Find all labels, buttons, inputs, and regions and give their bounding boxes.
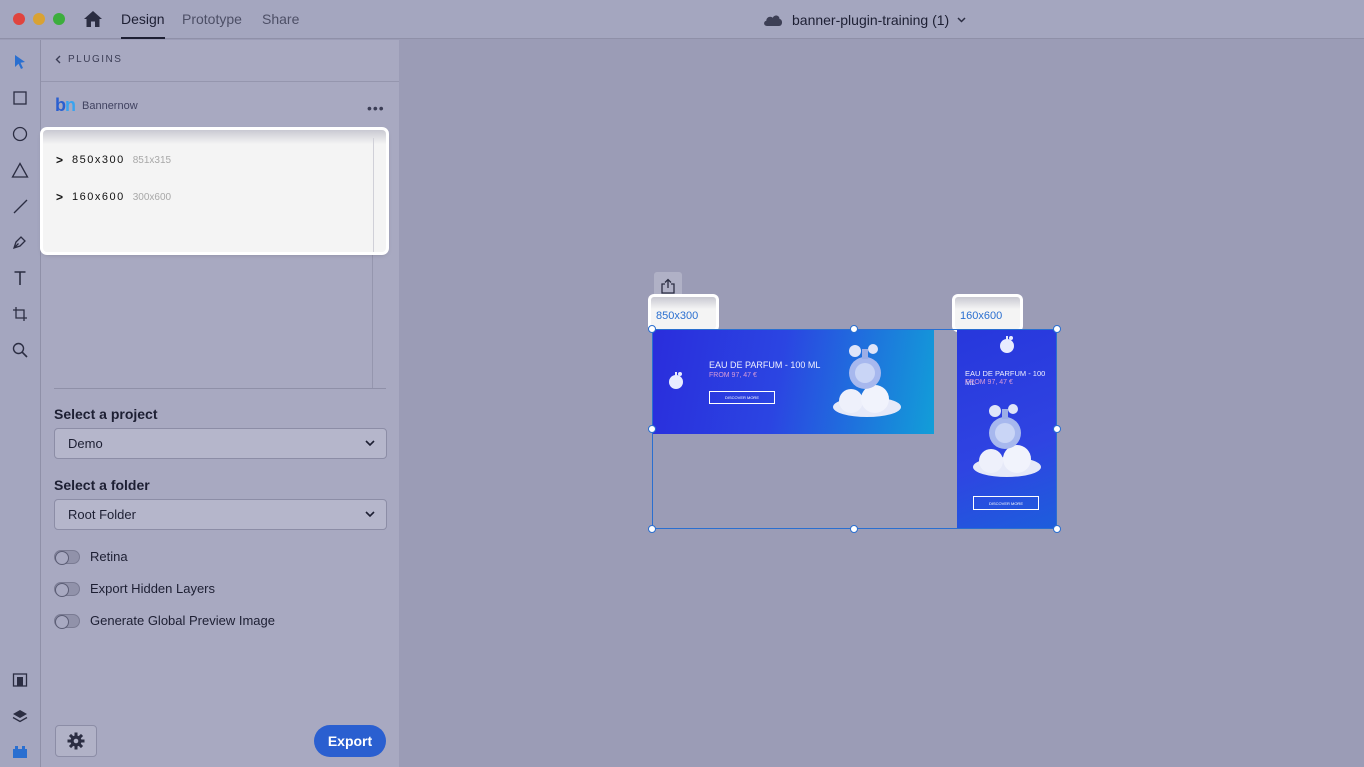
divider (54, 388, 386, 389)
resize-handle-top[interactable] (850, 325, 858, 333)
document-title[interactable]: banner-plugin-training (1) (762, 10, 966, 30)
zoom-tool-icon[interactable] (10, 340, 30, 360)
global-preview-toggle[interactable] (54, 613, 80, 629)
assets-panel-icon[interactable] (10, 670, 30, 690)
artboard-label-850x300[interactable]: 850x300 (651, 297, 716, 329)
more-options-icon[interactable]: ••• (367, 100, 385, 116)
project-select[interactable]: Demo (54, 428, 387, 459)
chevron-right-icon[interactable]: > (56, 153, 64, 167)
plugin-panel: PLUGINS bn Bannernow ••• > 850x300 851x3… (41, 40, 399, 767)
gear-icon (67, 732, 85, 750)
text-tool-icon[interactable] (10, 268, 30, 288)
chevron-down-icon (957, 17, 966, 23)
artboard-label-text: 850x300 (656, 310, 699, 322)
resize-handle-left[interactable] (648, 425, 656, 433)
document-title-text: banner-plugin-training (1) (792, 12, 950, 28)
chevron-down-icon (365, 440, 375, 447)
retina-toggle[interactable] (54, 549, 80, 565)
artboard-tool-icon[interactable] (10, 304, 30, 324)
selection-bounding-box (652, 329, 1057, 529)
artboard-row-160x600[interactable]: > 160x600 300x600 (56, 190, 171, 204)
select-tool-icon[interactable] (10, 52, 30, 72)
share-artboard-button[interactable] (654, 272, 682, 300)
bannernow-logo-icon: bn (55, 95, 76, 115)
folder-label: Select a folder (54, 477, 150, 493)
settings-button[interactable] (55, 725, 97, 757)
export-hidden-layers-label: Export Hidden Layers (90, 581, 216, 596)
export-button[interactable]: Export (314, 725, 386, 757)
resize-handle-bottom[interactable] (850, 525, 858, 533)
artboard-list-scrollbar[interactable] (373, 138, 374, 252)
cloud-icon (764, 15, 783, 26)
artboard-row-850x300[interactable]: > 850x300 851x315 (56, 153, 171, 167)
home-icon[interactable] (83, 10, 103, 28)
window-minimize-button[interactable] (33, 13, 45, 25)
folder-select[interactable]: Root Folder (54, 499, 387, 530)
retina-toggle-row: Retina (54, 549, 128, 565)
line-tool-icon[interactable] (10, 196, 30, 216)
plugins-panel-icon[interactable] (10, 742, 30, 762)
export-hidden-layers-toggle[interactable] (54, 581, 80, 597)
window-close-button[interactable] (13, 13, 25, 25)
share-icon (661, 278, 675, 294)
project-value: Demo (68, 436, 103, 451)
resize-handle-right[interactable] (1053, 425, 1061, 433)
window-maximize-button[interactable] (53, 13, 65, 25)
export-hidden-layers-row: Export Hidden Layers (54, 581, 216, 597)
folder-value: Root Folder (68, 507, 136, 522)
chevron-left-icon (55, 55, 61, 64)
retina-label: Retina (90, 549, 128, 564)
tab-share[interactable]: Share (262, 11, 299, 39)
tab-prototype[interactable]: Prototype (182, 11, 242, 39)
chevron-right-icon[interactable]: > (56, 190, 64, 204)
back-to-plugins-link[interactable]: PLUGINS (55, 54, 122, 65)
ellipse-tool-icon[interactable] (10, 124, 30, 144)
artboard-name: 160x600 (72, 191, 125, 203)
resize-handle-bottom-left[interactable] (648, 525, 656, 533)
chevron-down-icon (365, 511, 375, 518)
artboard-list: > 850x300 851x315 > 160x600 300x600 (43, 130, 386, 252)
polygon-tool-icon[interactable] (10, 160, 30, 180)
pen-tool-icon[interactable] (10, 232, 30, 252)
resize-handle-top-right[interactable] (1053, 325, 1061, 333)
global-preview-label: Generate Global Preview Image (90, 613, 275, 628)
plugin-name: Bannernow (82, 99, 138, 112)
divider (41, 81, 399, 82)
tools-toolbar (0, 40, 41, 767)
back-label: PLUGINS (68, 54, 123, 65)
resize-handle-top-left[interactable] (648, 325, 656, 333)
tab-design[interactable]: Design (121, 11, 165, 39)
artboard-name: 850x300 (72, 154, 125, 166)
layers-panel-icon[interactable] (10, 706, 30, 726)
rectangle-tool-icon[interactable] (10, 88, 30, 108)
artboard-size: 851x315 (132, 154, 172, 166)
artboard-size: 300x600 (132, 191, 172, 203)
title-bar: Design Prototype Share banner-plugin-tra… (0, 0, 1364, 39)
artboard-label-160x600[interactable]: 160x600 (955, 297, 1020, 329)
resize-handle-bottom-right[interactable] (1053, 525, 1061, 533)
plugin-header: bn Bannernow (55, 95, 138, 116)
project-label: Select a project (54, 406, 158, 422)
global-preview-row: Generate Global Preview Image (54, 613, 275, 629)
artboard-label-text: 160x600 (960, 310, 1003, 322)
